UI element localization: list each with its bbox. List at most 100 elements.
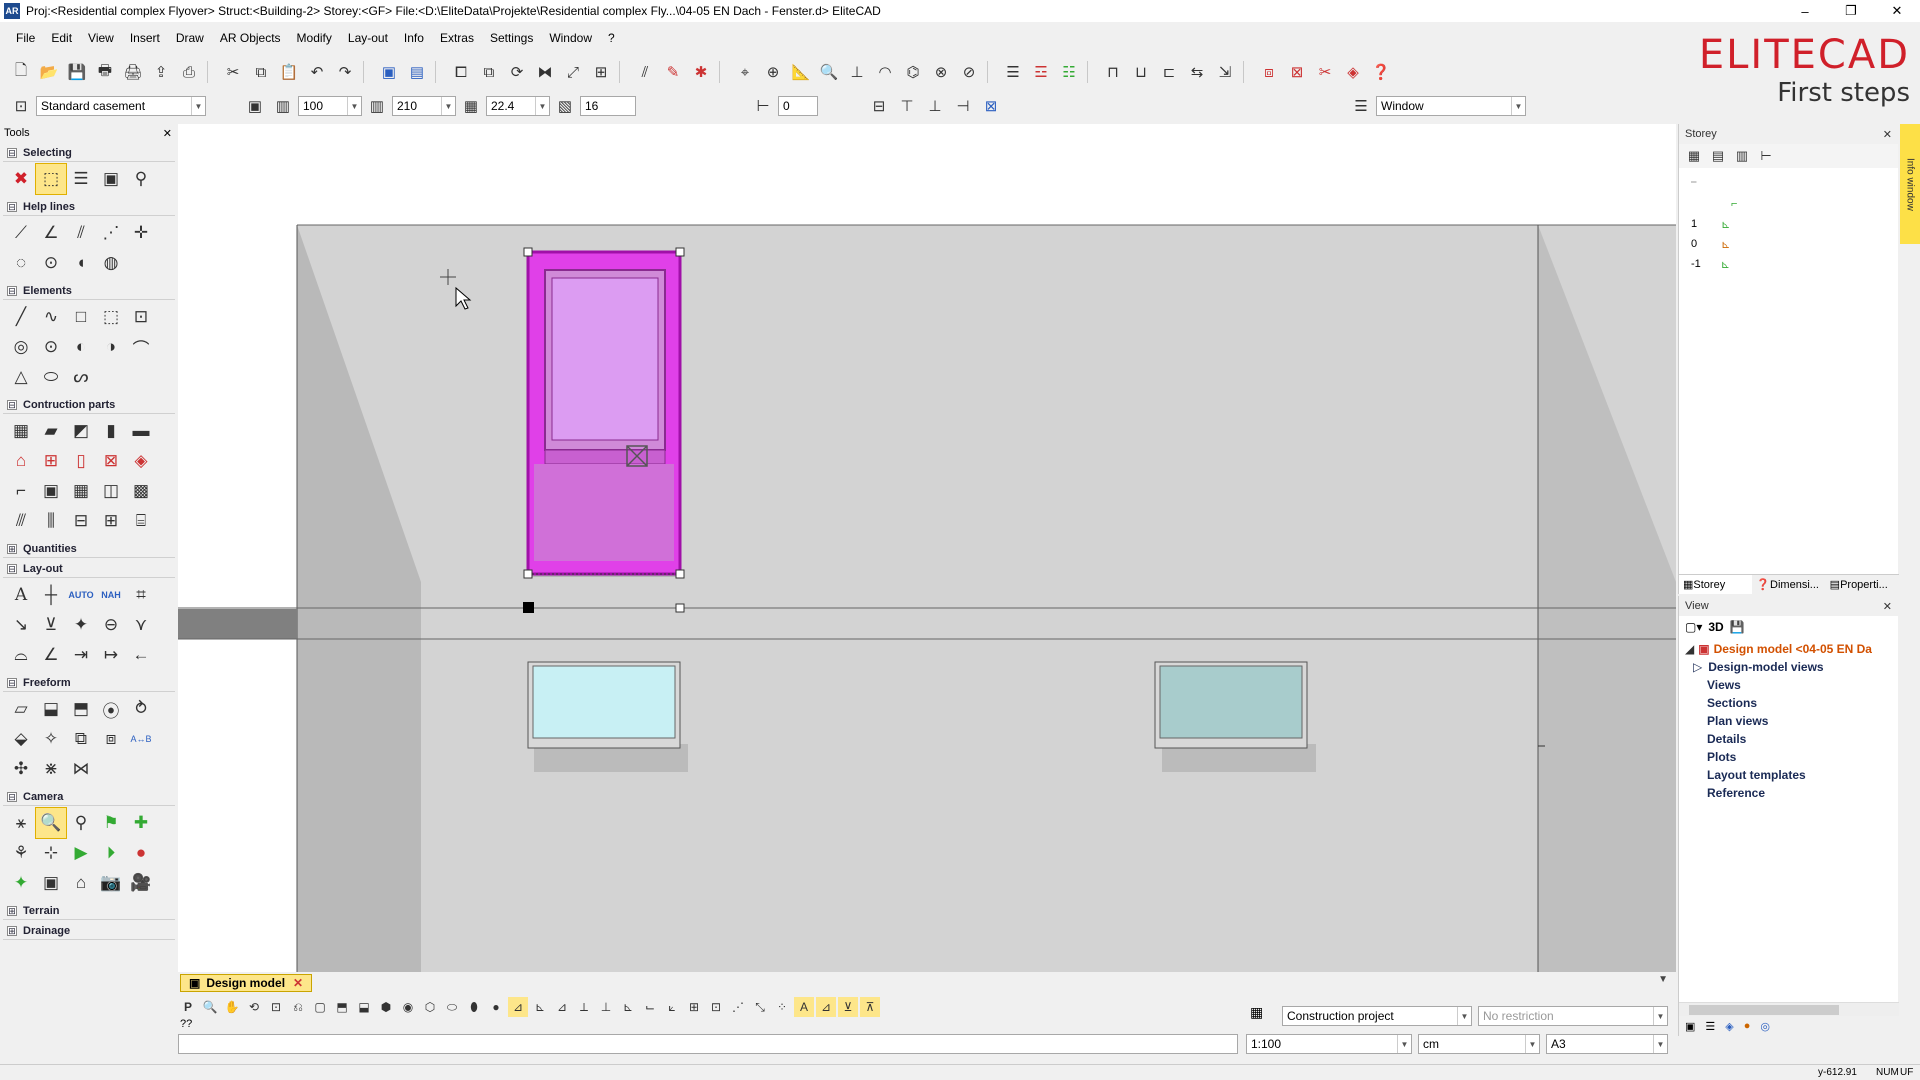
object-icon[interactable]: ▩ (126, 476, 156, 506)
count-icon[interactable]: ▧ (552, 93, 578, 119)
person-icon[interactable]: ⚲ (66, 808, 96, 838)
help-line-bisector-icon[interactable]: ⋰ (96, 218, 126, 248)
shade-icon[interactable]: ⬢ (376, 997, 396, 1017)
orbit-icon[interactable]: ⟲ (244, 997, 264, 1017)
help-arc-icon[interactable]: ◖ (66, 248, 96, 278)
panel-close-icon[interactable]: ✕ (1883, 600, 1892, 613)
help-circle-icon[interactable]: ◌ (6, 248, 36, 278)
help-line-icon[interactable]: ⟋ (6, 218, 36, 248)
wireframe-icon[interactable]: ⬡ (420, 997, 440, 1017)
print-icon[interactable]: 🖶 (92, 59, 118, 85)
slab-icon[interactable]: ▰ (36, 416, 66, 446)
section-terrain[interactable]: ⊞ Terrain (3, 902, 175, 920)
window-icon[interactable]: ⊞ (36, 446, 66, 476)
save-icon[interactable]: 💾 (64, 59, 90, 85)
arrow-icon[interactable]: ⇥ (66, 640, 96, 670)
vertex-icon[interactable]: ⋈ (66, 754, 96, 784)
view-3d-button[interactable]: 3D (1708, 620, 1723, 634)
window-type-select[interactable]: Standard casement ▼ (36, 96, 206, 116)
hatch-red-icon[interactable]: ☲ (1028, 59, 1054, 85)
measure-icon[interactable]: 📐 (788, 59, 814, 85)
camera-target-icon[interactable]: ⊹ (36, 838, 66, 868)
arc-3pt-icon[interactable]: ⌒ (126, 332, 156, 362)
tab-materials-icon[interactable]: ● (1744, 1020, 1751, 1032)
chevron-down-icon[interactable]: ▼ (1525, 1035, 1539, 1053)
rectangle-dotted-icon[interactable]: ⬚ (96, 302, 126, 332)
spline-icon[interactable]: △ (6, 362, 36, 392)
thickness-field[interactable]: 22.4 ▼ (486, 96, 550, 116)
tab-storey[interactable]: ▦ Storey (1679, 575, 1753, 594)
menu-help[interactable]: ? (600, 31, 623, 45)
section-freeform[interactable]: ⊟ Freeform (3, 674, 175, 692)
niche-icon[interactable]: ▣ (36, 476, 66, 506)
room-icon[interactable]: ⌸ (126, 506, 156, 536)
pattern-icon[interactable]: ⊠ (978, 93, 1004, 119)
chevron-down-icon[interactable]: ▼ (1653, 1007, 1667, 1025)
menu-modify[interactable]: Modify (289, 31, 340, 45)
auto-dimension-icon[interactable]: AUTO (66, 580, 96, 610)
arc-icon[interactable]: ◐ (66, 332, 96, 362)
text-snap-icon[interactable]: A (794, 997, 814, 1017)
drawing-canvas[interactable] (178, 124, 1676, 972)
snap-3d-icon[interactable]: ⌬ (900, 59, 926, 85)
chevron-down-icon[interactable]: ▼ (441, 97, 455, 115)
line-icon[interactable]: ╱ (6, 302, 36, 332)
axis-4-icon[interactable]: ⊥ (596, 997, 616, 1017)
text-icon[interactable]: A (6, 580, 36, 610)
arc-icon[interactable]: ◠ (872, 59, 898, 85)
dimension-chain-icon[interactable]: ⊏ (1156, 59, 1182, 85)
level-dimension-icon[interactable]: ⊻ (36, 610, 66, 640)
axis-5-icon[interactable]: ⊾ (618, 997, 638, 1017)
project-select[interactable]: Construction project ▼ (1282, 1006, 1472, 1026)
axis-icon[interactable]: ⊾ (530, 997, 550, 1017)
surface-icon[interactable]: ⏥ (6, 694, 36, 724)
tab-dimensions[interactable]: ❓ Dimensi... (1752, 575, 1825, 594)
close-button[interactable]: ✕ (1874, 0, 1920, 22)
menu-file[interactable]: File (8, 31, 43, 45)
arc-dimension-icon[interactable]: ⌓ (6, 640, 36, 670)
axis-7-icon[interactable]: ⟀ (662, 997, 682, 1017)
dimension-swap-icon[interactable]: ⇆ (1184, 59, 1210, 85)
panel-close-icon[interactable]: ✕ (1883, 128, 1892, 141)
column-icon[interactable]: ▮ (96, 416, 126, 446)
selected-window[interactable] (523, 247, 685, 579)
tabs-dropdown-icon[interactable]: ▼ (1658, 974, 1668, 985)
sphere-icon[interactable]: ● (486, 997, 506, 1017)
shaded-icon[interactable]: ⬮ (464, 997, 484, 1017)
dimension-query-icon[interactable]: ⊔ (1128, 59, 1154, 85)
camera-icon[interactable]: 📷 (96, 868, 126, 898)
camera-path-icon[interactable]: ⚘ (6, 838, 36, 868)
polyline-icon[interactable]: ∿ (36, 302, 66, 332)
section-camera[interactable]: ⊟ Camera (3, 788, 175, 806)
close-icon[interactable]: ✕ (293, 976, 303, 990)
dimension-line-icon[interactable]: ┼ (36, 580, 66, 610)
panel-close-icon[interactable]: ✕ (163, 127, 172, 140)
redo-icon[interactable]: ↷ (332, 59, 358, 85)
menu-insert[interactable]: Insert (122, 31, 168, 45)
point-snap-icon[interactable]: ⋰ (728, 997, 748, 1017)
restriction-select[interactable]: No restriction ▼ (1478, 1006, 1668, 1026)
arrow-left-icon[interactable]: ← (126, 640, 156, 670)
info-window-tab[interactable]: Info window (1900, 124, 1920, 244)
perpendicular-icon[interactable]: ⊥ (844, 59, 870, 85)
offset-icon[interactable]: ⊢ (750, 93, 776, 119)
nah-dimension-icon[interactable]: NAH (96, 580, 126, 610)
storey-new-icon[interactable]: ▦ (1683, 145, 1705, 167)
menu-ar-objects[interactable]: AR Objects (212, 31, 289, 45)
intersect-icon[interactable]: ✣ (6, 754, 36, 784)
menu-info[interactable]: Info (396, 31, 432, 45)
query-icon[interactable]: 🔍 (816, 59, 842, 85)
grid-snap-icon[interactable]: ⊡ (706, 997, 726, 1017)
snap-intersection-icon[interactable]: ⊕ (760, 59, 786, 85)
align-top-icon[interactable]: ⊤ (894, 93, 920, 119)
chevron-down-icon[interactable]: ▼ (1511, 97, 1525, 115)
chevron-down-icon[interactable]: ▼ (191, 97, 205, 115)
tree-item-sections[interactable]: Sections (1685, 694, 1898, 712)
snap-grid-icon[interactable]: ⊗ (928, 59, 954, 85)
menu-settings[interactable]: Settings (482, 31, 541, 45)
section-elements[interactable]: ⊟ Elements (3, 282, 175, 300)
snap-mid-icon[interactable]: ⊻ (838, 997, 858, 1017)
arc-tangent-icon[interactable]: ◑ (96, 332, 126, 362)
storey-edit-icon[interactable]: ▤ (1707, 145, 1729, 167)
tree-item-reference[interactable]: Reference (1685, 784, 1898, 802)
